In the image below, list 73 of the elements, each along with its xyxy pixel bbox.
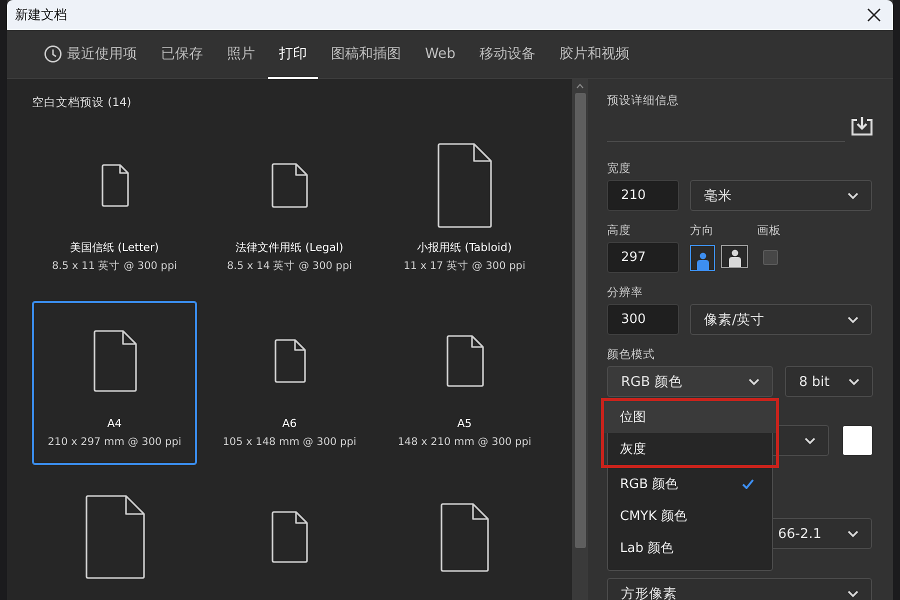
- dropdown[interactable]: 方形像素: [607, 578, 872, 600]
- field-label: 宽度: [607, 161, 632, 175]
- preset-size: 210 x 297 mm @ 300 ppi: [48, 435, 182, 450]
- number-field[interactable]: 210: [607, 180, 679, 211]
- document-icon: [271, 162, 308, 208]
- scrollbar-thumb[interactable]: [574, 93, 586, 548]
- document-icon: [274, 339, 306, 383]
- tab[interactable]: 胶片和视频: [548, 30, 641, 79]
- preset-size: 11 x 17 英寸 @ 300 ppi: [404, 259, 526, 274]
- person-icon: [696, 252, 710, 270]
- preset-name: A6: [282, 416, 297, 432]
- artboard-checkbox[interactable]: [763, 250, 778, 265]
- dropdown[interactable]: 8 bit: [785, 366, 873, 397]
- portrait-button[interactable]: [690, 244, 715, 270]
- chevron-icon: [804, 436, 816, 444]
- save-preset-icon: [851, 116, 873, 136]
- menu-item[interactable]: CMYK 颜色: [608, 500, 772, 532]
- field-label: 画板: [757, 223, 781, 237]
- chevron-icon: [847, 316, 859, 324]
- preset-size: 105 x 148 mm @ 300 ppi: [222, 435, 356, 450]
- field-label: 方向: [690, 223, 715, 237]
- menu-item[interactable]: Lab 颜色: [608, 532, 772, 564]
- chevron-icon: [847, 590, 859, 598]
- landscape-button[interactable]: [721, 244, 748, 268]
- menu-item[interactable]: 位图: [601, 398, 779, 433]
- chevron-icon: [848, 378, 860, 386]
- chevron-icon: [847, 192, 859, 200]
- color-swatch[interactable]: [843, 426, 872, 455]
- preset-name: 美国信纸 (Letter): [70, 240, 159, 256]
- field-label: 高度: [607, 223, 632, 237]
- clock-icon: [44, 44, 62, 62]
- preset-card[interactable]: 美国信纸 (Letter) 8.5 x 11 英寸 @ 300 ppi: [32, 125, 197, 289]
- document-icon: [440, 502, 489, 572]
- number-field[interactable]: 297: [607, 242, 679, 273]
- preset-card[interactable]: A6 105 x 148 mm @ 300 ppi: [207, 301, 372, 465]
- field-label: 颜色模式: [607, 347, 656, 361]
- window-title: 新建文档: [15, 7, 67, 24]
- section-heading: 预设详细信息: [607, 93, 680, 108]
- preset-size: 8.5 x 11 英寸 @ 300 ppi: [52, 259, 178, 274]
- preset-card[interactable]: 小报用纸 (Tabloid) 11 x 17 英寸 @ 300 ppi: [382, 125, 547, 289]
- tab[interactable]: 最近使用项: [33, 30, 148, 79]
- dropdown[interactable]: 毫米: [690, 180, 872, 211]
- close-icon: [867, 8, 881, 22]
- preset-size: 8.5 x 14 英寸 @ 300 ppi: [226, 259, 352, 274]
- tab[interactable]: 已保存: [150, 30, 214, 79]
- tab[interactable]: 移动设备: [468, 30, 547, 79]
- section-heading: 空白文档预设 (14): [32, 95, 132, 110]
- document-icon: [271, 511, 308, 563]
- tab[interactable]: Web: [414, 30, 467, 79]
- document-icon: [446, 335, 484, 387]
- field-label: 分辨率: [607, 285, 644, 299]
- preset-name: A5: [457, 416, 472, 432]
- chevron-icon: [847, 530, 859, 538]
- preset-size: 148 x 210 mm @ 300 ppi: [398, 435, 532, 450]
- preset-name: 法律文件用纸 (Legal): [236, 240, 344, 256]
- document-icon: [92, 330, 136, 392]
- number-field[interactable]: 300: [607, 304, 679, 335]
- preset-name: A4: [107, 416, 122, 432]
- tab[interactable]: 照片: [216, 30, 266, 79]
- document-icon: [437, 142, 492, 228]
- chevron-icon: [748, 378, 760, 386]
- preset-card[interactable]: 法律文件用纸 (Legal) 8.5 x 14 英寸 @ 300 ppi: [207, 125, 372, 289]
- menu-item[interactable]: RGB 颜色: [608, 468, 772, 500]
- preset-card[interactable]: A5 148 x 210 mm @ 300 ppi: [382, 301, 547, 465]
- tab[interactable]: 图稿和插图: [320, 30, 412, 79]
- dropdown[interactable]: 像素/英寸: [690, 304, 872, 335]
- person-icon: [728, 248, 742, 266]
- dropdown[interactable]: RGB 颜色: [607, 366, 773, 397]
- document-icon: [84, 495, 144, 579]
- document-icon: [100, 164, 128, 206]
- scrollbar[interactable]: [572, 79, 588, 600]
- preset-name: 小报用纸 (Tabloid): [417, 240, 512, 256]
- preset-card[interactable]: A4 210 x 297 mm @ 300 ppi: [32, 301, 197, 465]
